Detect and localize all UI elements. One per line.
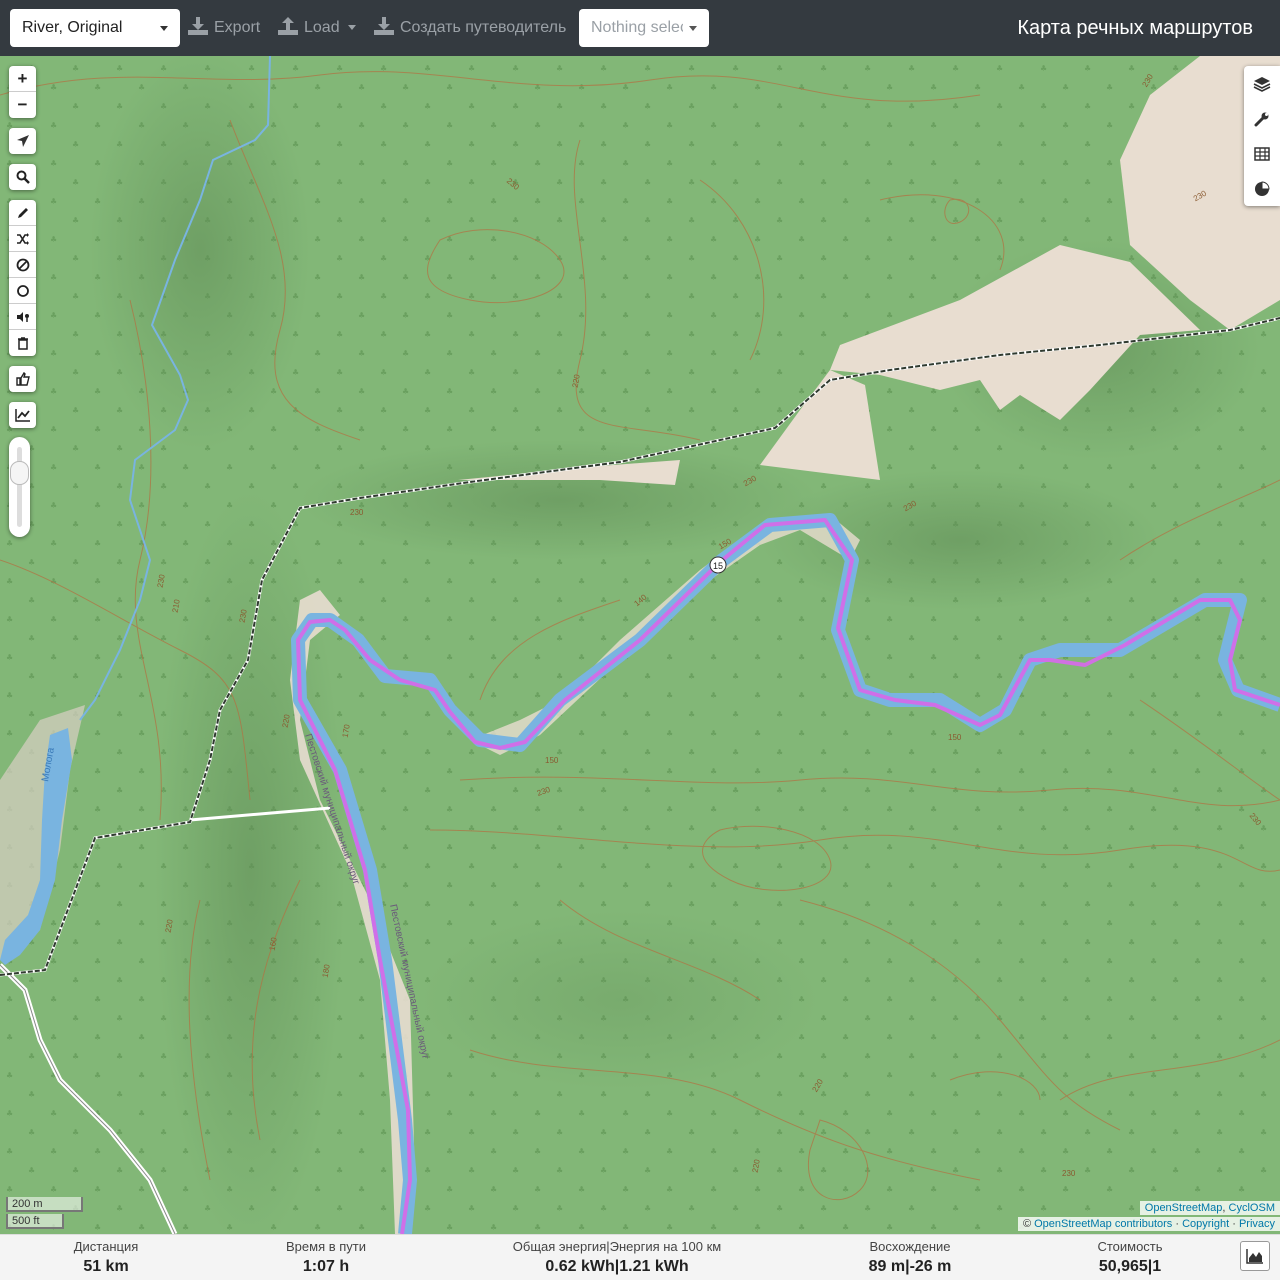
- analysis-button[interactable]: [1244, 171, 1280, 206]
- osm-link[interactable]: OpenStreetMap: [1145, 1202, 1223, 1214]
- draw-pencil-icon: [17, 207, 28, 218]
- draw-control: [9, 200, 36, 356]
- stat-distance-value: 51 km: [83, 1258, 129, 1275]
- no-go-area-button[interactable]: [9, 252, 36, 278]
- stat-ascent-value: 89 m|-26 m: [868, 1258, 952, 1275]
- app-title: Карта речных маршрутов: [1017, 17, 1253, 39]
- route-select-value: Nothing selected: [591, 19, 683, 36]
- chevron-down-icon: [160, 26, 168, 31]
- profile-select-value: River, Original: [22, 19, 123, 36]
- feedback-control: [9, 366, 36, 392]
- elevation-chart-button[interactable]: [9, 402, 36, 428]
- draw-route-button[interactable]: [9, 200, 36, 226]
- stat-time: Время в пути 1:07 h: [266, 1235, 386, 1276]
- poi-button[interactable]: [9, 304, 36, 330]
- poi-icon: [16, 311, 29, 322]
- chevron-down-icon: [347, 25, 356, 30]
- zoom-out-button[interactable]: −: [9, 92, 36, 118]
- stat-energy-value: 0.62 kWh|1.21 kWh: [545, 1258, 689, 1275]
- reverse-route-button[interactable]: [9, 226, 36, 252]
- opacity-slider[interactable]: [9, 437, 30, 537]
- search-button[interactable]: [9, 164, 36, 190]
- separator: ·: [1172, 1218, 1183, 1230]
- attribution-copyright: © OpenStreetMap contributors · Copyright…: [1017, 1217, 1280, 1231]
- privacy-link[interactable]: Privacy: [1239, 1218, 1275, 1230]
- stat-distance-label: Дистанция: [73, 1239, 139, 1254]
- delete-route-button[interactable]: [9, 330, 36, 356]
- trash-icon: [17, 337, 28, 350]
- stat-cost-label: Стоимость: [1097, 1239, 1163, 1254]
- stat-time-value: 1:07 h: [302, 1258, 350, 1275]
- stat-ascent-label: Восхождение: [869, 1239, 951, 1254]
- stat-cost-value: 50,965|1: [1098, 1258, 1162, 1275]
- upload-icon: [278, 17, 298, 35]
- right-control-panel: [1244, 66, 1280, 206]
- locate-control: [9, 128, 36, 154]
- circle-area-button[interactable]: [9, 278, 36, 304]
- circle-icon: [16, 284, 29, 297]
- search-icon: [16, 170, 30, 184]
- map-canvas[interactable]: ♣ ♣: [0, 56, 1280, 1234]
- svg-text:150: 150: [545, 756, 559, 765]
- profile-select[interactable]: River, Original: [10, 9, 180, 47]
- locate-button[interactable]: [9, 128, 36, 154]
- stat-energy: Общая энергия|Энергия на 100 км 0.62 kWh…: [496, 1235, 738, 1276]
- stat-cost: Стоимость 50,965|1: [1080, 1235, 1180, 1276]
- cyclosm-link[interactable]: CyclOSM: [1229, 1202, 1275, 1214]
- attribution-layers: OpenStreetMap, CyclOSM: [1139, 1201, 1280, 1215]
- toggle-elevation-chart-button[interactable]: [1240, 1241, 1270, 1271]
- wrench-icon: [1254, 112, 1269, 126]
- load-button[interactable]: Load: [278, 9, 356, 47]
- separator: ·: [1229, 1218, 1239, 1230]
- stat-ascent: Восхождение 89 m|-26 m: [850, 1235, 970, 1276]
- layers-icon: [1253, 76, 1271, 92]
- table-button[interactable]: [1244, 136, 1280, 171]
- route-stats-bar: Дистанция 51 km Время в пути 1:07 h Обща…: [0, 1234, 1280, 1280]
- feedback-button[interactable]: [9, 366, 36, 392]
- no-entry-icon: [16, 258, 29, 271]
- pie-chart-icon: [1255, 180, 1270, 196]
- slider-thumb[interactable]: [10, 461, 29, 485]
- create-guide-button[interactable]: Создать путеводитель: [374, 9, 566, 47]
- export-label: Export: [214, 19, 261, 36]
- elevation-chart-icon: [14, 409, 30, 422]
- area-chart-icon: [1246, 1249, 1263, 1264]
- stat-energy-label: Общая энергия|Энергия на 100 км: [512, 1239, 722, 1254]
- search-control: [9, 164, 36, 190]
- layers-button[interactable]: [1244, 66, 1280, 101]
- copyright-link[interactable]: Copyright: [1182, 1218, 1229, 1230]
- locate-icon: [16, 135, 29, 147]
- export-button[interactable]: Export: [188, 9, 260, 47]
- slider-track: [17, 447, 22, 527]
- scale-metric: 200 m: [6, 1197, 83, 1212]
- svg-text:150: 150: [948, 733, 962, 742]
- top-navbar: River, Original Export Load Создать путе…: [0, 0, 1280, 56]
- zoom-control: + −: [9, 66, 36, 118]
- svg-text:230: 230: [350, 508, 364, 517]
- copyright-symbol: ©: [1022, 1218, 1035, 1230]
- table-icon: [1254, 146, 1270, 161]
- scale-imperial: 500 ft: [6, 1214, 64, 1229]
- elevation-control: [9, 402, 36, 428]
- chevron-down-icon: [689, 26, 697, 31]
- download-icon: [374, 17, 394, 35]
- zoom-in-button[interactable]: +: [9, 66, 36, 92]
- create-guide-label: Создать путеводитель: [400, 19, 567, 36]
- svg-text:230: 230: [1062, 1169, 1076, 1178]
- shuffle-icon: [16, 232, 29, 245]
- stat-distance: Дистанция 51 km: [56, 1235, 156, 1276]
- route-marker[interactable]: 15: [709, 556, 727, 574]
- route-marker-label: 15: [713, 561, 723, 571]
- download-icon: [188, 17, 208, 35]
- map-tiles: ♣ ♣: [0, 56, 1280, 1234]
- thumbs-up-icon: [15, 372, 30, 386]
- osm-contributors-link[interactable]: OpenStreetMap contributors: [1034, 1218, 1172, 1230]
- load-label: Load: [304, 19, 340, 36]
- settings-button[interactable]: [1244, 101, 1280, 136]
- stat-time-label: Время в пути: [286, 1239, 366, 1254]
- route-select[interactable]: Nothing selected: [579, 9, 709, 47]
